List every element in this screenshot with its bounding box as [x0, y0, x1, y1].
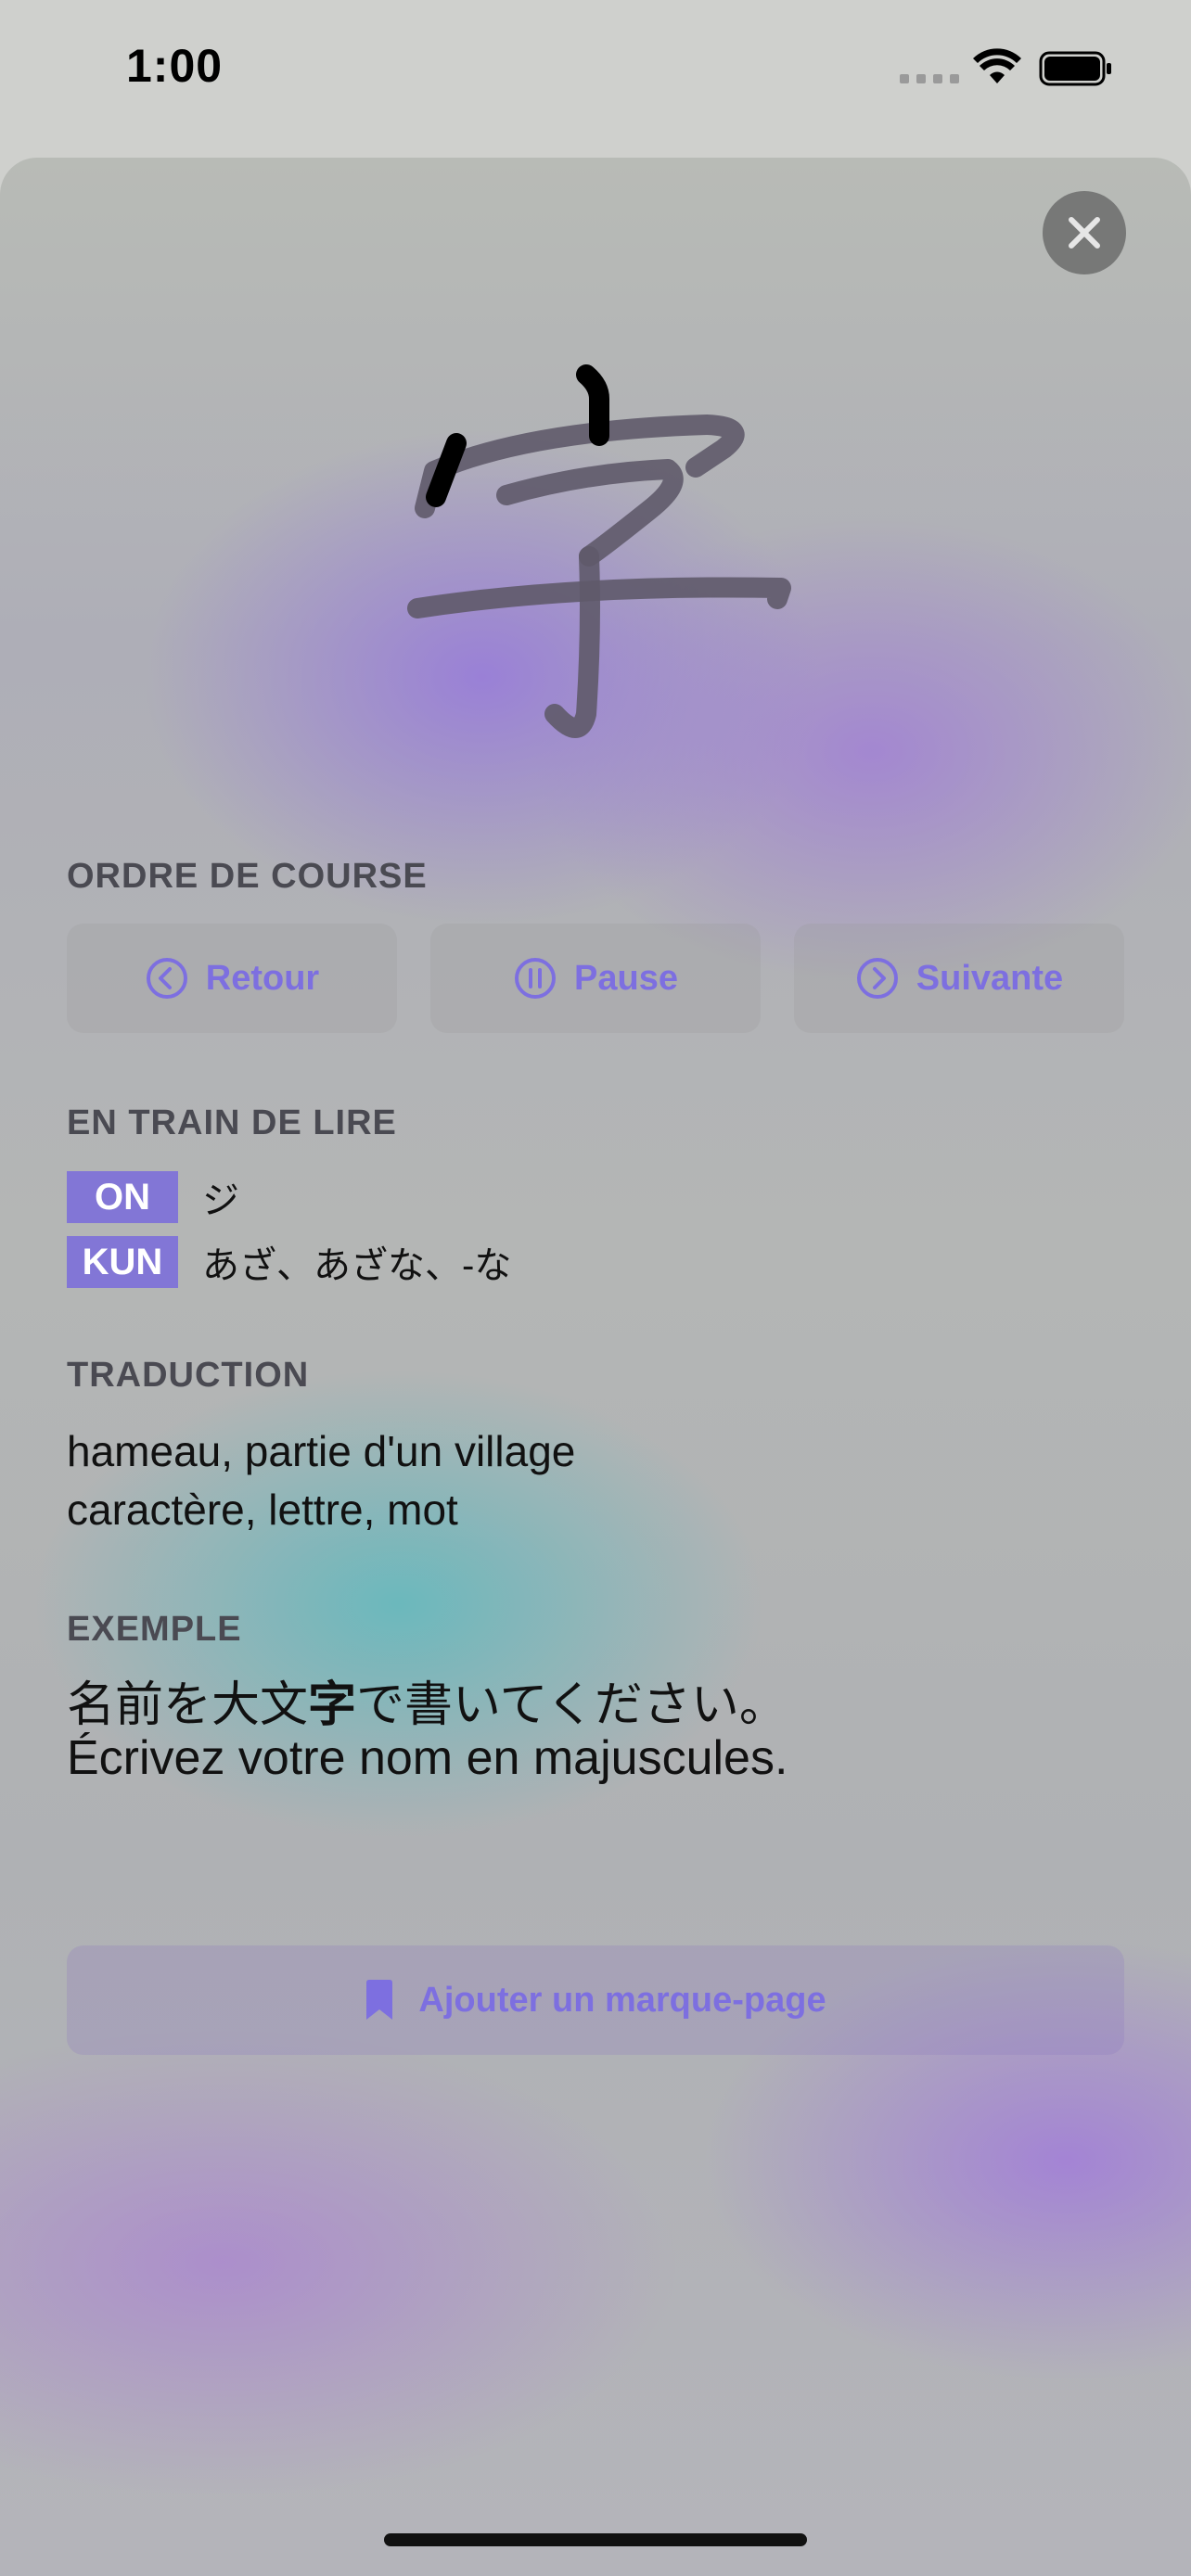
kun-reading-row: KUN あざ、あざな、-な [67, 1235, 511, 1289]
translation-line: caractère, lettre, mot [67, 1486, 458, 1534]
back-button[interactable]: Retour [67, 924, 397, 1033]
kanji-stroke-2 [426, 433, 467, 507]
example-jp-before: 名前を大文 [67, 1678, 309, 1732]
on-reading-row: ON ジ [67, 1170, 239, 1224]
example-jp-after: で書いてください。 [356, 1678, 788, 1732]
translation-text: hameau, partie d'un village caractère, l… [67, 1422, 575, 1539]
example-jp-highlight: 字 [308, 1678, 357, 1732]
cellular-signal-icon [900, 74, 959, 83]
example-japanese: 名前を大文字で書いてください。 [67, 1665, 788, 1735]
kanji-stroke-diagram [407, 364, 791, 738]
home-indicator[interactable] [384, 2533, 807, 2546]
pause-button[interactable]: Pause [430, 924, 761, 1033]
chevron-left-circle-icon [146, 958, 187, 999]
status-bar: 1:00 [0, 0, 1191, 139]
wifi-icon [973, 48, 1021, 83]
translation-line: hameau, partie d'un village [67, 1427, 576, 1475]
add-bookmark-label: Ajouter un marque-page [418, 1980, 826, 2020]
kanji-stroke-3 [415, 414, 745, 518]
close-icon [1069, 217, 1100, 249]
example-french: Écrivez votre nom en majuscules. [67, 1731, 788, 1785]
chevron-right-circle-icon [856, 958, 898, 999]
status-time: 1:00 [126, 40, 224, 92]
pause-button-label: Pause [574, 958, 678, 998]
next-button[interactable]: Suivante [794, 924, 1124, 1033]
kun-reading-value: あざ、あざな、-な [202, 1245, 512, 1286]
kanji-stroke-4 [496, 459, 684, 567]
on-reading-badge: ON [67, 1171, 178, 1223]
add-bookmark-button[interactable]: Ajouter un marque-page [67, 1945, 1124, 2055]
bookmark-icon [366, 1980, 393, 2020]
battery-icon [1039, 51, 1111, 86]
close-button[interactable] [1043, 191, 1126, 274]
translation-title: TRADUCTION [67, 1356, 310, 1395]
on-reading-value: ジ [202, 1180, 239, 1221]
back-button-label: Retour [205, 958, 320, 998]
example-title: EXEMPLE [67, 1610, 242, 1649]
kun-reading-badge: KUN [67, 1236, 178, 1288]
stroke-order-title: ORDRE DE COURSE [67, 857, 428, 896]
pause-circle-icon [515, 958, 557, 999]
next-button-label: Suivante [916, 958, 1064, 998]
readings-title: EN TRAIN DE LIRE [67, 1103, 397, 1142]
